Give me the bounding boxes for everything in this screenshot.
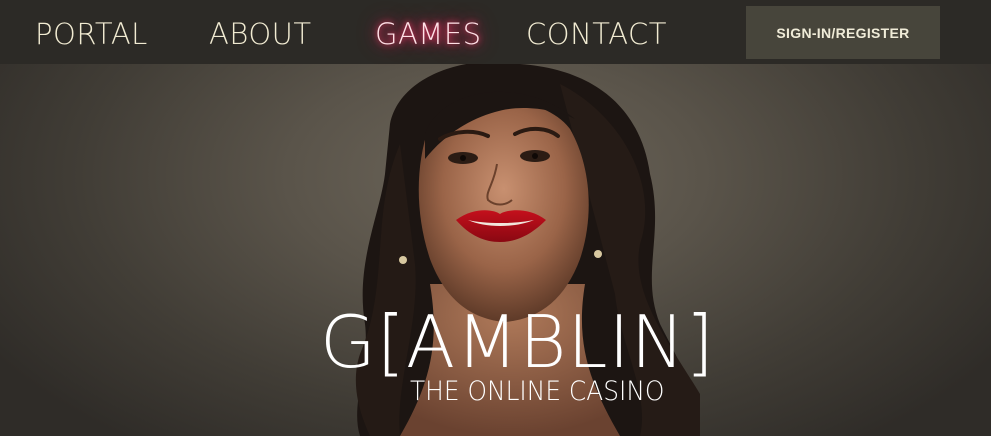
brand-tagline: THE ONLINE CASINO (410, 376, 665, 407)
hero-banner: G[AMBLIN] THE ONLINE CASINO (0, 64, 991, 436)
brand-logo: G[AMBLIN] THE ONLINE CASINO (320, 300, 714, 420)
brand-title: G[AMBLIN] (320, 300, 715, 384)
signin-register-button[interactable]: SIGN-IN/REGISTER (746, 6, 940, 59)
page: PORTAL ABOUT GAMES CONTACT SIGN-IN/REGIS… (0, 0, 991, 436)
nav-link-games[interactable]: GAMES (375, 16, 482, 52)
top-navbar: PORTAL ABOUT GAMES CONTACT SIGN-IN/REGIS… (0, 0, 991, 64)
nav-link-portal[interactable]: PORTAL (35, 16, 148, 52)
nav-link-about[interactable]: ABOUT (209, 16, 312, 52)
nav-link-contact[interactable]: CONTACT (526, 16, 667, 52)
